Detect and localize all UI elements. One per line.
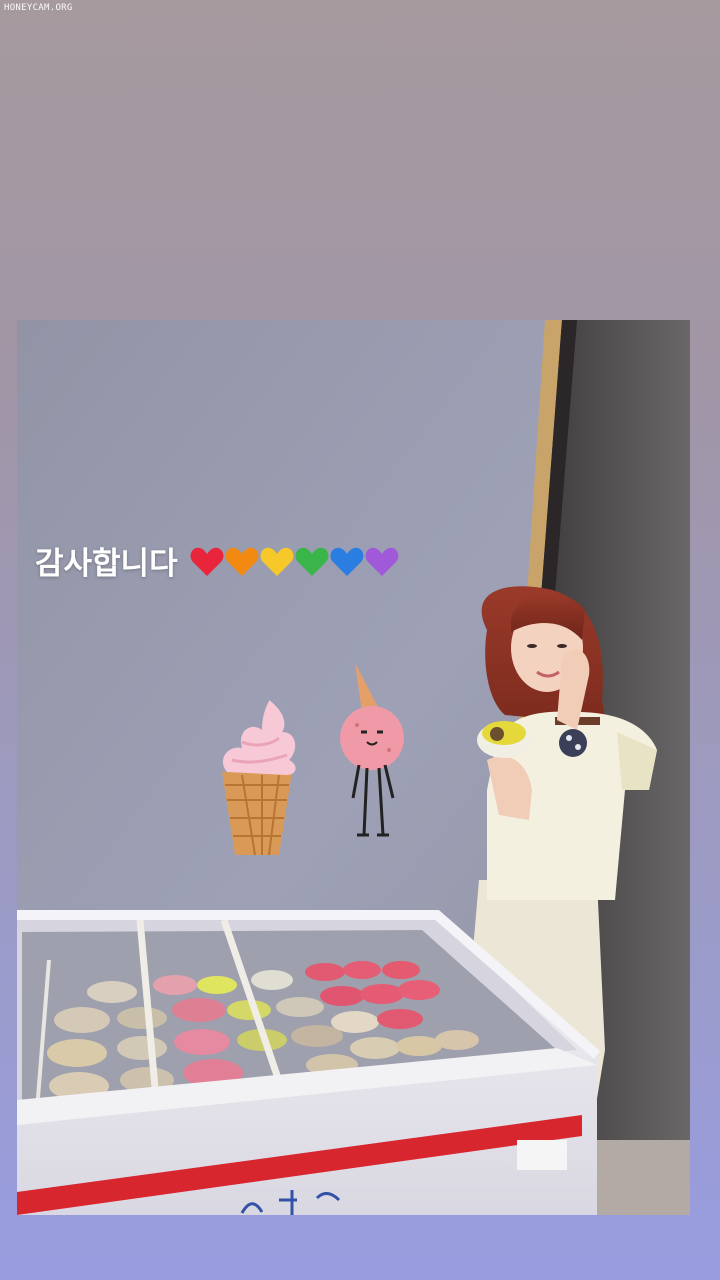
orange-heart-icon — [225, 547, 259, 576]
blue-heart-icon — [330, 547, 364, 576]
yellow-heart-icon — [260, 547, 294, 576]
story-caption: 감사합니다 — [35, 538, 400, 583]
red-heart-icon — [190, 547, 224, 576]
green-heart-icon — [295, 547, 329, 576]
watermark: HONEYCAM.ORG — [4, 3, 73, 13]
heart-emoji-row — [190, 547, 399, 576]
purple-heart-icon — [365, 547, 399, 576]
story-photo — [17, 320, 690, 1215]
caption-text: 감사합니다 — [35, 546, 178, 582]
